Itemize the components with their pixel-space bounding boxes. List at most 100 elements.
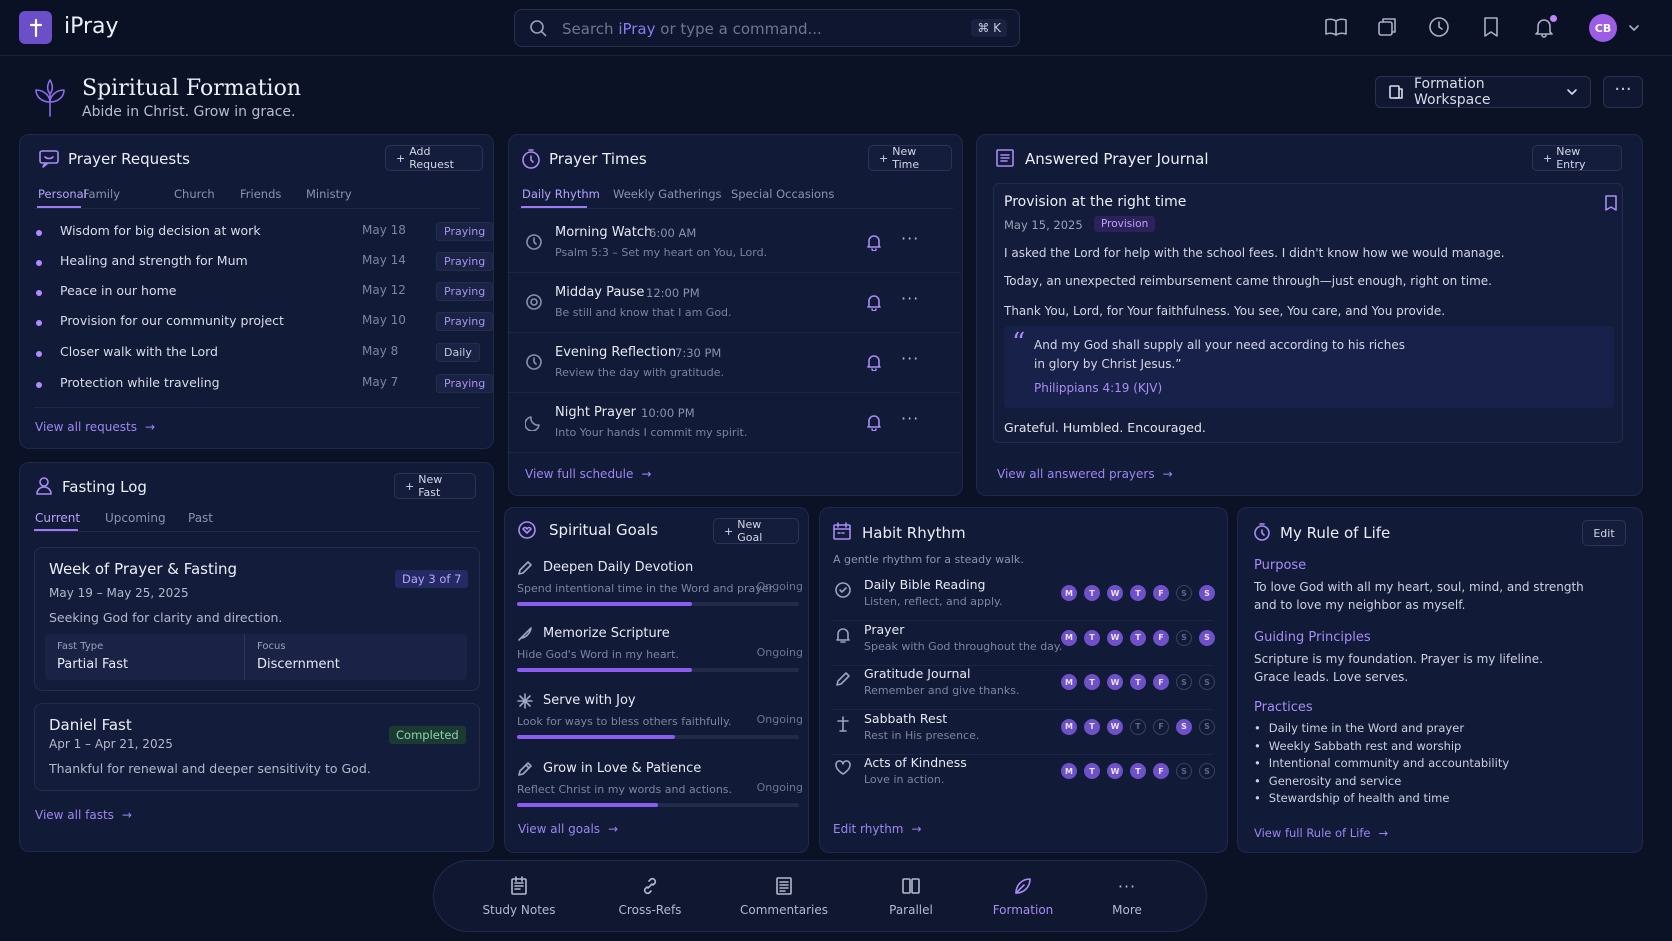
day-toggle[interactable]: S	[1176, 629, 1192, 646]
day-toggle[interactable]: M	[1061, 674, 1077, 690]
tab-current[interactable]: Current	[35, 511, 80, 525]
view-rule-of-life-link[interactable]: View full Rule of Life →	[1254, 826, 1388, 840]
list-item[interactable]: Healing and strength for Mum May 14 Prayin…	[36, 250, 493, 280]
day-toggle[interactable]: W	[1107, 674, 1123, 690]
view-all-answered-link[interactable]: View all answered prayers →	[997, 467, 1173, 481]
dock-commentaries[interactable]: Commentaries	[734, 875, 834, 917]
day-toggle[interactable]: S	[1199, 674, 1215, 690]
bell-icon[interactable]	[866, 233, 882, 251]
day-toggle[interactable]: M	[1061, 585, 1077, 601]
habit-row[interactable]: Acts of Kindness Love in action. M T W T F S S	[832, 753, 1215, 799]
more-icon[interactable]: ···	[901, 409, 919, 428]
day-toggle[interactable]: T	[1084, 629, 1100, 646]
day-toggle[interactable]: T	[1130, 674, 1146, 690]
day-toggle[interactable]: S	[1176, 763, 1192, 779]
day-toggle[interactable]: S	[1199, 718, 1215, 735]
prayer-time-row[interactable]: Midday Pause 12:00 PM Be still and know t…	[509, 275, 961, 333]
edit-button[interactable]: Edit	[1582, 520, 1626, 546]
book-icon[interactable]	[1324, 16, 1348, 38]
more-icon[interactable]: ···	[901, 289, 919, 308]
habit-row[interactable]: Sabbath Rest Rest in His presence. M T W T F S S	[832, 709, 1215, 755]
tab-family[interactable]: Family	[83, 187, 120, 201]
day-toggle[interactable]: T	[1084, 674, 1100, 690]
day-toggle[interactable]: S	[1176, 718, 1192, 735]
tab-special-occasions[interactable]: Special Occasions	[731, 187, 834, 201]
tab-personal[interactable]: Personal	[38, 187, 87, 201]
prayer-time-row[interactable]: Evening Reflection 7:30 PM Review the day…	[509, 335, 961, 393]
day-toggle[interactable]: M	[1061, 629, 1077, 646]
day-toggle[interactable]: S	[1199, 585, 1215, 601]
workspace-select[interactable]: Formation Workspace	[1375, 76, 1591, 108]
day-toggle[interactable]: S	[1199, 763, 1215, 779]
day-toggle[interactable]: T	[1084, 585, 1100, 601]
cross-logo-icon[interactable]	[19, 11, 52, 44]
bell-icon[interactable]	[866, 413, 882, 431]
past-fast-card[interactable]: Daniel Fast Apr 1 – Apr 21, 2025 Complet…	[34, 703, 480, 791]
bookmark-icon[interactable]	[1604, 194, 1618, 212]
tab-friends[interactable]: Friends	[240, 187, 281, 201]
list-item[interactable]: Closer walk with the Lord May 8 Daily	[36, 341, 486, 371]
day-toggle[interactable]: T	[1084, 763, 1100, 779]
tab-ministry[interactable]: Ministry	[306, 187, 352, 201]
dock-study-notes[interactable]: Study Notes	[469, 875, 569, 917]
dock-parallel[interactable]: Parallel	[861, 875, 961, 917]
dock-cross-refs[interactable]: Cross-Refs	[600, 875, 700, 917]
habit-row[interactable]: Gratitude Journal Remember and give thank…	[832, 664, 1215, 710]
current-fast-card[interactable]: Week of Prayer & Fasting May 19 – May 25…	[34, 547, 480, 691]
day-toggle[interactable]: T	[1084, 718, 1100, 735]
more-icon[interactable]: ···	[901, 349, 919, 368]
copy-icon[interactable]	[1376, 16, 1398, 38]
journal-entry[interactable]: Provision at the right time May 15, 2025…	[993, 183, 1623, 443]
view-all-fasts-link[interactable]: View all fasts →	[35, 808, 132, 822]
tab-daily-rhythm[interactable]: Daily Rhythm	[522, 187, 600, 201]
day-toggle[interactable]: F	[1153, 763, 1169, 779]
chevron-down-icon[interactable]	[1628, 22, 1640, 34]
day-toggle[interactable]: F	[1153, 674, 1169, 690]
goal-item[interactable]: Serve with Joy Look for ways to bless ot…	[517, 693, 803, 757]
day-toggle[interactable]: W	[1107, 763, 1123, 779]
new-entry-button[interactable]: + New Entry	[1532, 145, 1622, 171]
day-toggle[interactable]: T	[1130, 763, 1146, 779]
view-all-requests-link[interactable]: View all requests →	[35, 420, 155, 434]
search-input[interactable]: Search iPray or type a command... ⌘ K	[514, 9, 1020, 47]
more-icon[interactable]: ···	[901, 229, 919, 248]
add-request-button[interactable]: + Add Request	[385, 145, 483, 171]
day-toggle[interactable]: F	[1153, 585, 1169, 601]
edit-rhythm-link[interactable]: Edit rhythm →	[833, 822, 922, 836]
scripture-reference[interactable]: Philippians 4:19 (KJV)	[1034, 381, 1162, 395]
list-item[interactable]: Provision for our community project May 1…	[36, 310, 493, 340]
day-toggle[interactable]: F	[1153, 718, 1169, 735]
bell-icon[interactable]	[866, 293, 882, 311]
day-toggle[interactable]: T	[1130, 718, 1146, 735]
view-full-schedule-link[interactable]: View full schedule →	[525, 467, 651, 481]
day-toggle[interactable]: S	[1176, 585, 1192, 601]
day-toggle[interactable]: M	[1061, 763, 1077, 779]
day-toggle[interactable]: S	[1176, 674, 1192, 690]
history-icon[interactable]	[1428, 16, 1450, 38]
day-toggle[interactable]: T	[1130, 585, 1146, 601]
day-toggle[interactable]: F	[1153, 629, 1169, 646]
list-item[interactable]: Wisdom for big decision at work May 18 Pra…	[36, 220, 493, 250]
list-item[interactable]: Peace in our home May 12 Praying	[36, 280, 493, 310]
goal-item[interactable]: Deepen Daily Devotion Spend intentional …	[517, 560, 803, 624]
bookmark-icon[interactable]	[1481, 16, 1501, 38]
avatar[interactable]: CB	[1589, 14, 1617, 42]
day-toggle[interactable]: S	[1199, 629, 1215, 646]
new-goal-button[interactable]: + New Goal	[713, 518, 799, 544]
dock-formation[interactable]: Formation	[973, 875, 1073, 917]
tab-church[interactable]: Church	[174, 187, 215, 201]
tab-past[interactable]: Past	[188, 511, 213, 525]
day-toggle[interactable]: W	[1107, 585, 1123, 601]
list-item[interactable]: Protection while traveling May 7 Praying	[36, 372, 493, 402]
day-toggle[interactable]: T	[1130, 629, 1146, 646]
bell-icon[interactable]	[866, 353, 882, 371]
day-toggle[interactable]: W	[1107, 718, 1123, 735]
prayer-time-row[interactable]: Night Prayer 10:00 PM Into Your hands I c…	[509, 395, 961, 453]
goal-item[interactable]: Grow in Love & Patience Reflect Christ i…	[517, 761, 803, 825]
day-toggle[interactable]: M	[1061, 718, 1077, 735]
dock-more[interactable]: ··· More	[1077, 875, 1177, 918]
goal-item[interactable]: Memorize Scripture Hide God's Word in my…	[517, 626, 803, 690]
view-all-goals-link[interactable]: View all goals →	[518, 822, 618, 836]
day-toggle[interactable]: W	[1107, 629, 1123, 646]
new-fast-button[interactable]: + New Fast	[394, 473, 476, 499]
